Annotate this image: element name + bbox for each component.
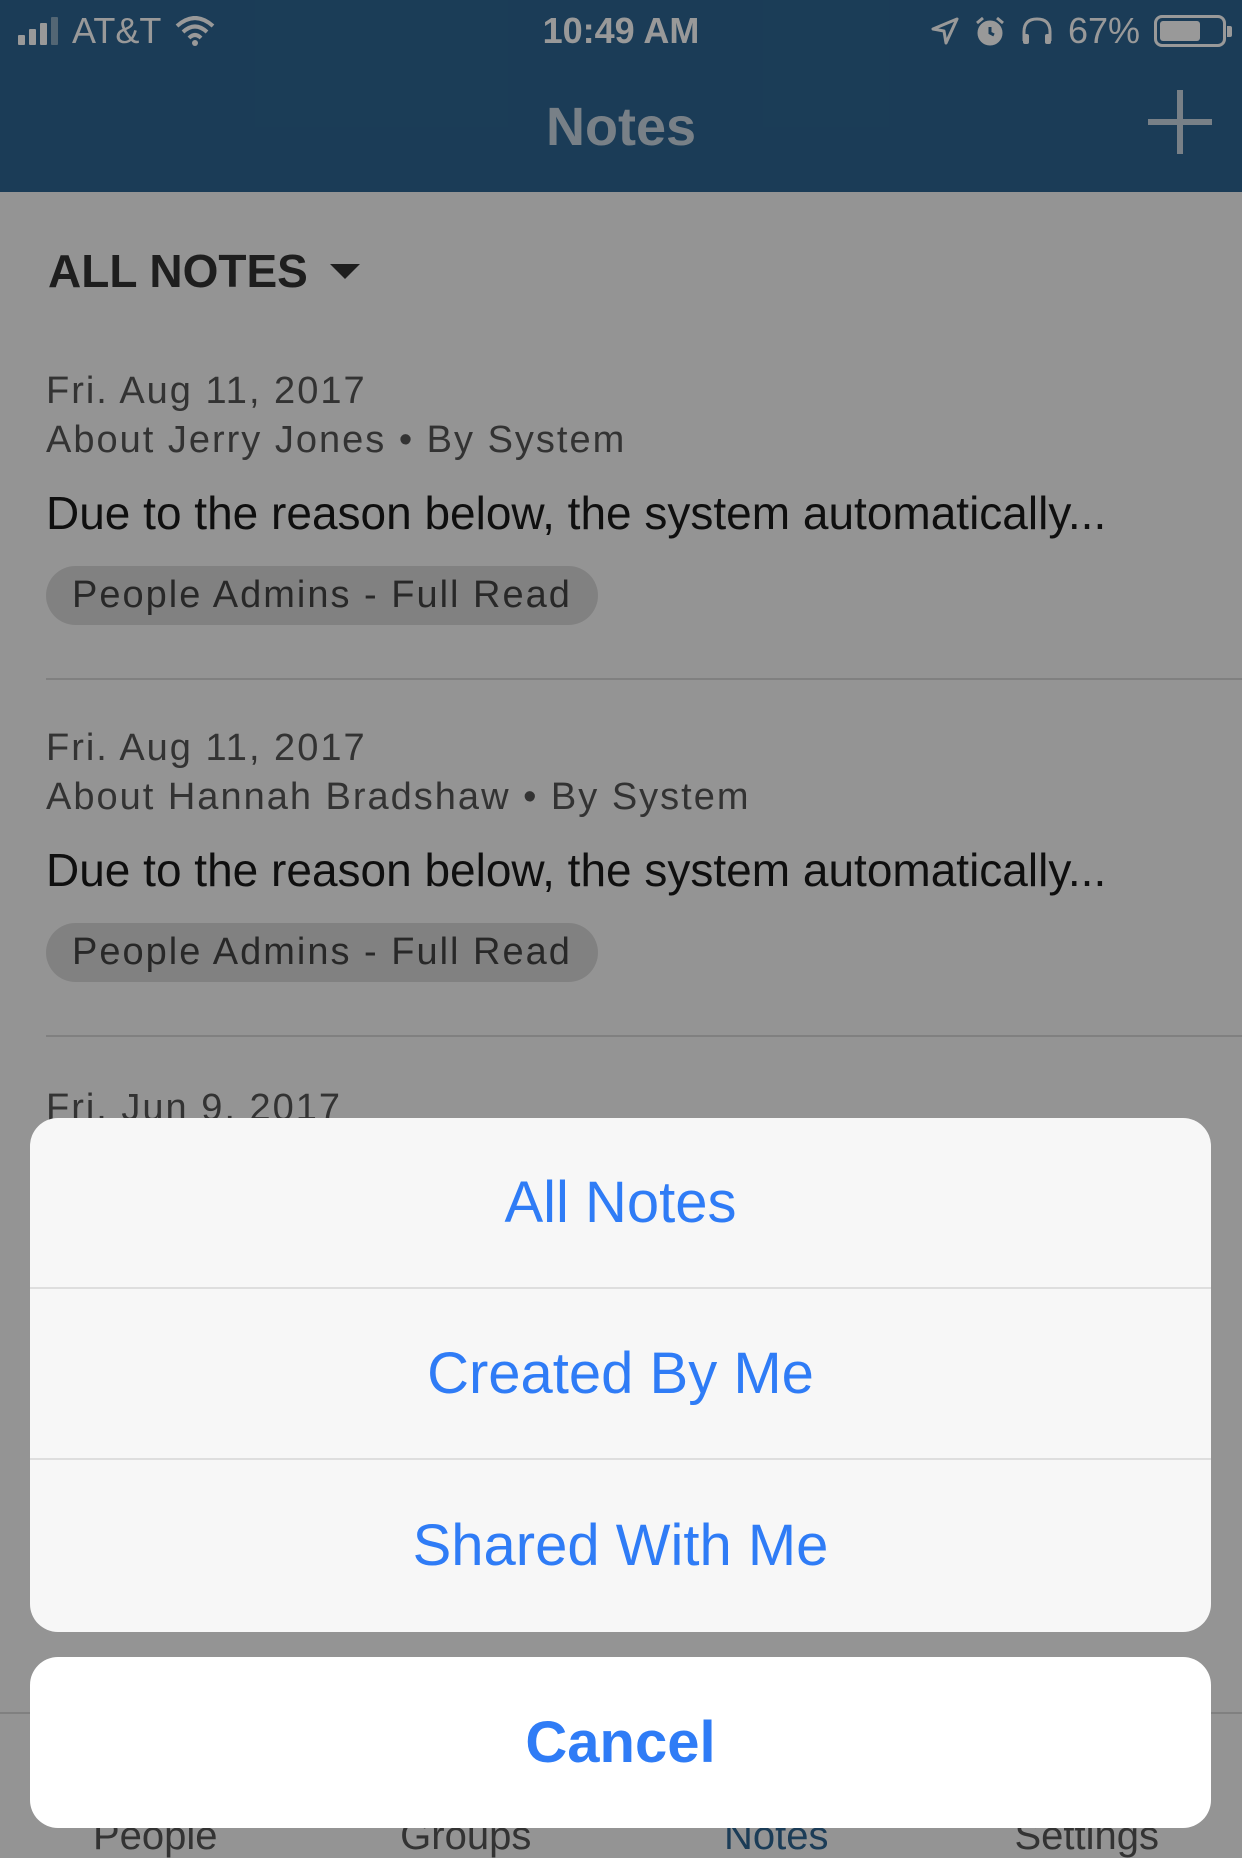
option-created-by-me[interactable]: Created By Me: [30, 1289, 1211, 1460]
action-sheet: All Notes Created By Me Shared With Me: [30, 1118, 1211, 1632]
option-all-notes[interactable]: All Notes: [30, 1118, 1211, 1289]
cancel-button[interactable]: Cancel: [30, 1657, 1211, 1828]
option-shared-with-me[interactable]: Shared With Me: [30, 1460, 1211, 1631]
